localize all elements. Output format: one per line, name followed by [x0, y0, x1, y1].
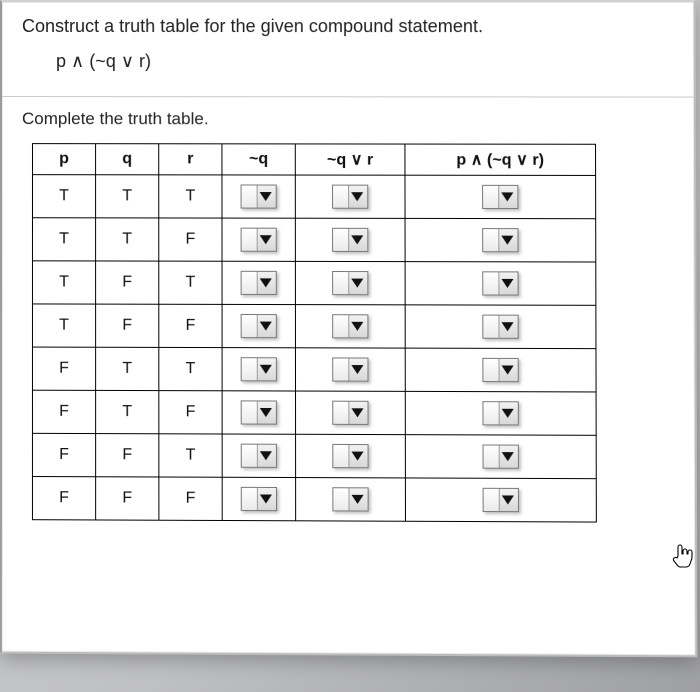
- table-header-row: p q r ~q ~q ∨ r p ∧ (~q ∨ r): [32, 144, 595, 176]
- cell-r: F: [159, 218, 222, 261]
- cell-final: [405, 262, 596, 306]
- cell-q: T: [96, 175, 159, 218]
- pointer-hand-icon: [670, 542, 696, 572]
- cell-final: [405, 478, 596, 522]
- cell-not-q: [222, 175, 295, 218]
- dropdown-final[interactable]: [482, 228, 518, 252]
- table-row: T F F: [32, 304, 595, 349]
- col-r: r: [159, 144, 222, 175]
- dropdown-notq-or-r[interactable]: [332, 487, 368, 511]
- col-q: q: [96, 144, 159, 175]
- table-row: T F T: [32, 261, 595, 305]
- table-row: T T F: [32, 218, 595, 262]
- table-row: F F T: [32, 433, 596, 478]
- cell-notq-or-r: [295, 261, 405, 304]
- dropdown-notq-or-r[interactable]: [332, 314, 368, 338]
- dropdown-notq-or-r[interactable]: [332, 444, 368, 468]
- cell-p: T: [32, 218, 95, 261]
- col-not-q: ~q: [222, 144, 295, 175]
- dropdown-not-q[interactable]: [241, 444, 277, 468]
- dropdown-not-q[interactable]: [241, 314, 277, 338]
- cell-not-q: [222, 261, 295, 304]
- table-body: T T T T T F: [32, 175, 596, 522]
- dropdown-notq-or-r[interactable]: [332, 271, 368, 295]
- cell-r: F: [159, 391, 222, 434]
- subtitle-text: Complete the truth table.: [22, 109, 674, 130]
- dropdown-notq-or-r[interactable]: [332, 228, 368, 252]
- cell-q: T: [96, 218, 159, 261]
- dropdown-final[interactable]: [482, 271, 518, 295]
- cell-q: T: [96, 390, 159, 433]
- cell-q: F: [96, 477, 159, 520]
- cell-not-q: [222, 218, 295, 261]
- cell-final: [405, 348, 596, 392]
- cell-p: F: [32, 433, 95, 476]
- dropdown-final[interactable]: [482, 185, 518, 209]
- cell-notq-or-r: [295, 305, 405, 349]
- dropdown-final[interactable]: [483, 444, 519, 468]
- cell-p: T: [32, 175, 95, 218]
- cell-q: F: [96, 304, 159, 347]
- dropdown-final[interactable]: [482, 401, 518, 425]
- cell-not-q: [222, 477, 295, 521]
- divider: [2, 96, 694, 98]
- cell-final: [405, 435, 596, 479]
- cell-r: F: [159, 304, 222, 347]
- dropdown-not-q[interactable]: [241, 228, 277, 252]
- cell-not-q: [222, 348, 295, 391]
- dropdown-final[interactable]: [482, 315, 518, 339]
- col-final: p ∧ (~q ∨ r): [405, 144, 596, 175]
- truth-table: p q r ~q ~q ∨ r p ∧ (~q ∨ r) T T T: [32, 143, 597, 522]
- cell-not-q: [222, 434, 295, 478]
- dropdown-notq-or-r[interactable]: [332, 401, 368, 425]
- col-p: p: [32, 144, 95, 175]
- dropdown-notq-or-r[interactable]: [332, 185, 368, 209]
- cell-r: F: [159, 477, 222, 520]
- cell-final: [405, 391, 596, 435]
- cell-final: [405, 175, 596, 219]
- cell-q: T: [96, 347, 159, 390]
- cell-p: T: [32, 261, 95, 304]
- col-notq-or-r: ~q ∨ r: [295, 144, 405, 175]
- dropdown-final[interactable]: [482, 358, 518, 382]
- cell-p: F: [32, 477, 95, 520]
- cell-not-q: [222, 304, 295, 347]
- instruction-text: Construct a truth table for the given co…: [22, 16, 674, 37]
- cell-q: F: [96, 434, 159, 477]
- compound-expression: p ∧ (~q ∨ r): [56, 51, 674, 72]
- cell-r: T: [159, 261, 222, 304]
- cell-final: [405, 305, 596, 349]
- cell-r: T: [159, 175, 222, 218]
- table-row: F T F: [32, 390, 596, 435]
- cell-notq-or-r: [296, 478, 406, 522]
- dropdown-notq-or-r[interactable]: [332, 357, 368, 381]
- table-row: F F F: [32, 477, 596, 523]
- cell-notq-or-r: [296, 391, 406, 435]
- cell-not-q: [222, 391, 295, 434]
- cell-notq-or-r: [296, 434, 406, 478]
- cell-p: F: [32, 390, 95, 433]
- dropdown-not-q[interactable]: [241, 357, 277, 381]
- table-row: T T T: [32, 175, 595, 219]
- cell-p: T: [32, 304, 95, 347]
- cell-notq-or-r: [295, 218, 405, 261]
- app-window: Construct a truth table for the given co…: [0, 0, 697, 657]
- cell-notq-or-r: [295, 175, 405, 218]
- dropdown-final[interactable]: [483, 488, 519, 512]
- table-row: F T T: [32, 347, 596, 392]
- cell-q: F: [96, 261, 159, 304]
- dropdown-not-q[interactable]: [241, 487, 277, 511]
- cell-p: F: [32, 347, 95, 390]
- photo-backdrop: Construct a truth table for the given co…: [0, 0, 700, 692]
- cell-notq-or-r: [295, 348, 405, 392]
- cell-r: T: [159, 347, 222, 390]
- cell-r: T: [159, 434, 222, 477]
- cell-final: [405, 218, 596, 262]
- dropdown-not-q[interactable]: [241, 184, 277, 208]
- dropdown-not-q[interactable]: [241, 271, 277, 295]
- dropdown-not-q[interactable]: [241, 400, 277, 424]
